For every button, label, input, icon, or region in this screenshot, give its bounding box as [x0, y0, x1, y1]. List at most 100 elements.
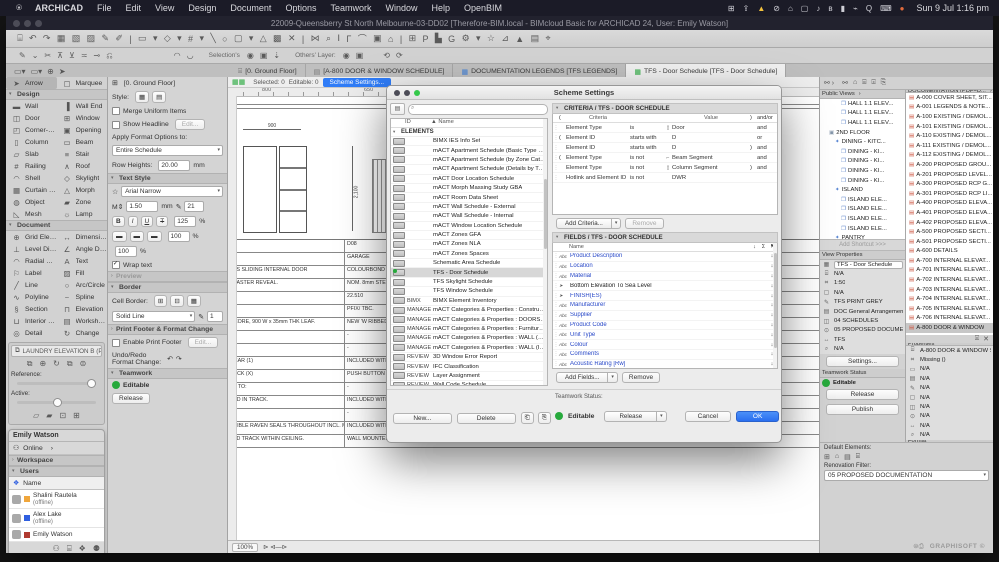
- field-row[interactable]: Abc Material: [553, 272, 777, 282]
- remove-criteria-button[interactable]: Remove: [625, 218, 664, 230]
- layout-tree-item[interactable]: ▤ A-110 EXISTING / DEMOL...: [906, 131, 993, 141]
- border-vertical-button[interactable]: ⊟: [170, 295, 184, 307]
- layout-grid-icon[interactable]: ⊞: [405, 33, 419, 44]
- menu-window[interactable]: Window: [378, 3, 424, 13]
- menu-clock[interactable]: Sun 9 Jul 1:16 pm: [908, 3, 989, 13]
- schedule-selection-icon[interactable]: ⊞: [112, 79, 118, 87]
- layout-tree-item[interactable]: ▤ A-101 EXISTING / DEMOL...: [906, 122, 993, 132]
- style-grid-button[interactable]: ▦: [135, 91, 150, 103]
- tool-corner-window[interactable]: ◰ Corner-Window: [6, 124, 57, 136]
- tool-polyline[interactable]: ∿ Polyline: [6, 291, 57, 303]
- schedule-icon[interactable]: ▤: [527, 33, 542, 44]
- show-headline-checkbox[interactable]: [112, 120, 120, 129]
- favorite-icon[interactable]: ☆: [112, 188, 118, 196]
- arc-down-icon[interactable]: ◡: [184, 51, 197, 60]
- align-icon[interactable]: ≍: [78, 51, 91, 61]
- scheme-list-item[interactable]: mACT Room Data Sheet: [391, 193, 547, 203]
- publisher-icon[interactable]: ⎘: [881, 79, 887, 87]
- field-row[interactable]: Abc Location: [553, 262, 777, 272]
- capslock-icon[interactable]: ⇪: [739, 4, 754, 13]
- undo-format-icon[interactable]: ↶: [167, 355, 173, 363]
- field-row[interactable]: Abc Unit Type: [553, 330, 777, 341]
- scheme-list-item[interactable]: mACT Apartment Schedule (Details by Type…: [391, 165, 547, 175]
- pen-icon[interactable]: ✎: [98, 33, 112, 44]
- tool-elevation[interactable]: ⊓ Elevation: [57, 303, 108, 315]
- split-icon[interactable]: ⋈: [307, 33, 322, 44]
- quick-layer-icon[interactable]: ▱: [33, 411, 39, 420]
- print-footer-header[interactable]: Print Footer & Format Change: [108, 324, 227, 335]
- tool-roof[interactable]: ∧ Roof: [57, 160, 108, 172]
- criteria-columns[interactable]: ( Criteria Value ) and/or: [553, 114, 777, 123]
- default-home-icon[interactable]: ⌂: [835, 453, 839, 461]
- pick-icon[interactable]: ⊕: [39, 359, 46, 369]
- trace-icon[interactable]: ⧉: [27, 359, 33, 369]
- home-icon[interactable]: ⌂: [385, 34, 397, 44]
- layout-tree-item[interactable]: ▤ A-201 PROPOSED LEVEL...: [906, 170, 993, 180]
- scheme-list-item[interactable]: mACT Wall Schedule - Internal: [391, 212, 547, 222]
- eye-icon[interactable]: ◉: [340, 51, 353, 60]
- home-icon[interactable]: ⌂: [784, 4, 797, 13]
- layout-tree-item[interactable]: ▤ A-001 LEGENDS & NOTE...: [906, 103, 993, 113]
- project-map-icon[interactable]: ⌂: [853, 79, 857, 87]
- layout-tree-item[interactable]: ▤ A-400 PROPOSED ELEVA...: [906, 199, 993, 209]
- tool-shell[interactable]: ◠ Shell: [6, 172, 57, 184]
- arrow-icon[interactable]: ➤: [59, 67, 66, 76]
- wrap-text-checkbox[interactable]: [112, 260, 120, 269]
- view-tree-item[interactable]: ❐ HALL 1.1 ELEV...: [820, 109, 905, 119]
- message-icon[interactable]: ⌸: [67, 544, 72, 553]
- tool-angle-dimension[interactable]: ∠ Angle Dimen...: [57, 243, 107, 255]
- view-tree-item[interactable]: ❐ ISLAND ELE...: [820, 205, 905, 215]
- delete-scheme-button[interactable]: Delete: [456, 412, 516, 424]
- trim-icon[interactable]: ✕: [285, 33, 299, 44]
- scheme-list-item[interactable]: mACT Zones GFA: [391, 231, 547, 241]
- quick-layer-icon[interactable]: ⊡: [59, 411, 66, 420]
- view-tree-item[interactable]: ❐ ISLAND ELE...: [820, 224, 905, 234]
- tool-section[interactable]: § Section: [6, 303, 57, 315]
- active-slider[interactable]: [17, 398, 96, 407]
- style-list-button[interactable]: ▤: [152, 91, 167, 103]
- field-row[interactable]: Abc Product Code: [553, 321, 777, 331]
- marquee-icon[interactable]: ▣: [370, 33, 385, 44]
- fields-columns[interactable]: Name ↓ Σ ⚑: [553, 243, 777, 253]
- layout-tree-item[interactable]: ▤ A-301 PROPOSED RCP LI...: [906, 189, 993, 199]
- tool-spline[interactable]: ~ Spline: [57, 291, 108, 303]
- add-view-icon[interactable]: ⊕: [47, 67, 54, 76]
- mesh-icon[interactable]: #: [185, 34, 196, 44]
- tool-skylight[interactable]: ◇ Skylight: [57, 172, 108, 184]
- field-row[interactable]: ➤ FINISH(ES): [553, 291, 777, 302]
- view-tree-item[interactable]: ❐ HALL 1.1 ELEV...: [820, 118, 905, 128]
- add-criteria-button[interactable]: Add Criteria... ▾: [556, 218, 622, 230]
- layout-tree-item[interactable]: ▤ A-700 INTERNAL ELEVAT...: [906, 256, 993, 266]
- view-map-icon[interactable]: ⌸: [862, 79, 866, 87]
- publish-button[interactable]: Publish: [826, 404, 899, 416]
- view-tree-item[interactable]: ❐ HALL 1.1 ELEV...: [820, 99, 905, 109]
- schedule-view-icon[interactable]: ▦: [232, 79, 239, 86]
- line-type-select[interactable]: Solid Line: [112, 311, 196, 322]
- tool-object[interactable]: ◍ Object: [6, 196, 57, 208]
- lock-icon[interactable]: ▣: [257, 51, 271, 60]
- menu-file[interactable]: File: [90, 3, 119, 13]
- users-section[interactable]: Users: [9, 466, 104, 477]
- scheme-list-item[interactable]: REVIEW Wall Code Schedule: [391, 381, 547, 385]
- toolbox-design-header[interactable]: Design: [6, 89, 107, 100]
- tool-interior-elevation[interactable]: ⊔ Interior Eleva...: [6, 315, 57, 327]
- release-button[interactable]: Release ▾: [604, 410, 667, 422]
- public-views-header[interactable]: Public Views ›: [820, 90, 905, 99]
- tool-change[interactable]: ↻ Change: [57, 327, 108, 339]
- apple-menu-icon[interactable]: ⍟: [10, 3, 28, 14]
- menu-help[interactable]: Help: [425, 3, 458, 13]
- tool-railing[interactable]: # Railing: [6, 160, 57, 172]
- zone-icon[interactable]: ▩: [270, 33, 285, 44]
- tool-opening[interactable]: ▣ Opening: [57, 124, 108, 136]
- view-tree-item[interactable]: ▣ 2ND FLOOR: [820, 128, 905, 138]
- goodies-icon[interactable]: G: [445, 34, 458, 44]
- layout-tree-item[interactable]: ▤ A-703 INTERNAL ELEVAT...: [906, 285, 993, 295]
- magic-wand-icon[interactable]: ⊸: [91, 51, 104, 61]
- scheme-list-columns[interactable]: ID ▲ Name: [391, 119, 547, 128]
- tool-worksheet[interactable]: ▤ Worksheet: [57, 315, 107, 327]
- release-button[interactable]: Release: [826, 389, 899, 401]
- layout-tree-item[interactable]: ▤ A-501 PROPOSED SECTI...: [906, 237, 993, 247]
- scheme-list-item[interactable]: MANAGE mACT Categories & Properties : WA…: [391, 344, 547, 353]
- menu-document[interactable]: Document: [223, 3, 278, 13]
- target-icon[interactable]: ⌖: [542, 33, 553, 44]
